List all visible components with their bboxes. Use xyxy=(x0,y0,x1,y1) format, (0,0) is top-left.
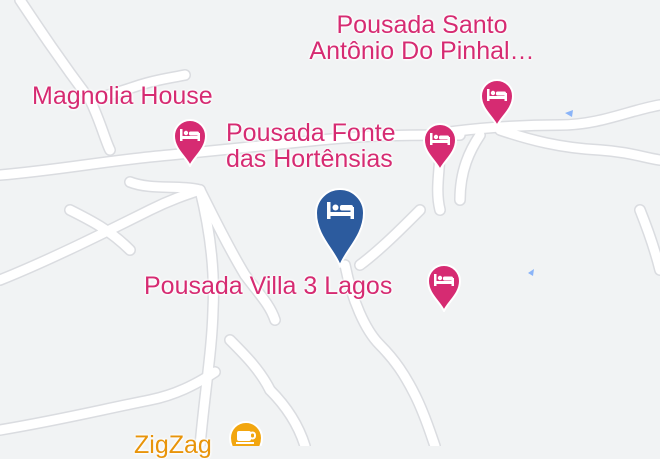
place-label-line: das Hortênsias xyxy=(226,145,393,173)
place-label-line: Pousada Santo xyxy=(336,11,508,39)
place-label-line: Antônio Do Pinhal… xyxy=(309,37,535,65)
place-label-line: Pousada Fonte xyxy=(226,119,396,147)
hotel-marker-pousada-santo-antonio[interactable] xyxy=(477,77,517,127)
water-body xyxy=(565,110,573,117)
hotel-marker-pousada-villa-3-lagos[interactable] xyxy=(424,262,464,312)
place-label-pousada-fonte-das-hortensias[interactable]: Pousada Fonte das Hortênsias xyxy=(226,120,396,172)
place-label-magnolia-house[interactable]: Magnolia House xyxy=(32,83,213,109)
water-body xyxy=(528,269,534,276)
place-label-pousada-villa-3-lagos[interactable]: Pousada Villa 3 Lagos xyxy=(144,273,392,299)
cafe-marker-zigzag[interactable] xyxy=(226,419,266,446)
place-label-zigzag[interactable]: ZigZag xyxy=(134,432,212,458)
selected-hotel-marker[interactable] xyxy=(313,186,367,268)
hotel-marker-pousada-fonte-das-hortensias[interactable] xyxy=(420,121,460,171)
hotel-marker-magnolia-house[interactable] xyxy=(170,117,210,167)
coffee-cup-icon xyxy=(236,431,256,444)
place-label-pousada-santo-antonio[interactable]: Pousada Santo Antônio Do Pinhal… xyxy=(296,12,548,64)
